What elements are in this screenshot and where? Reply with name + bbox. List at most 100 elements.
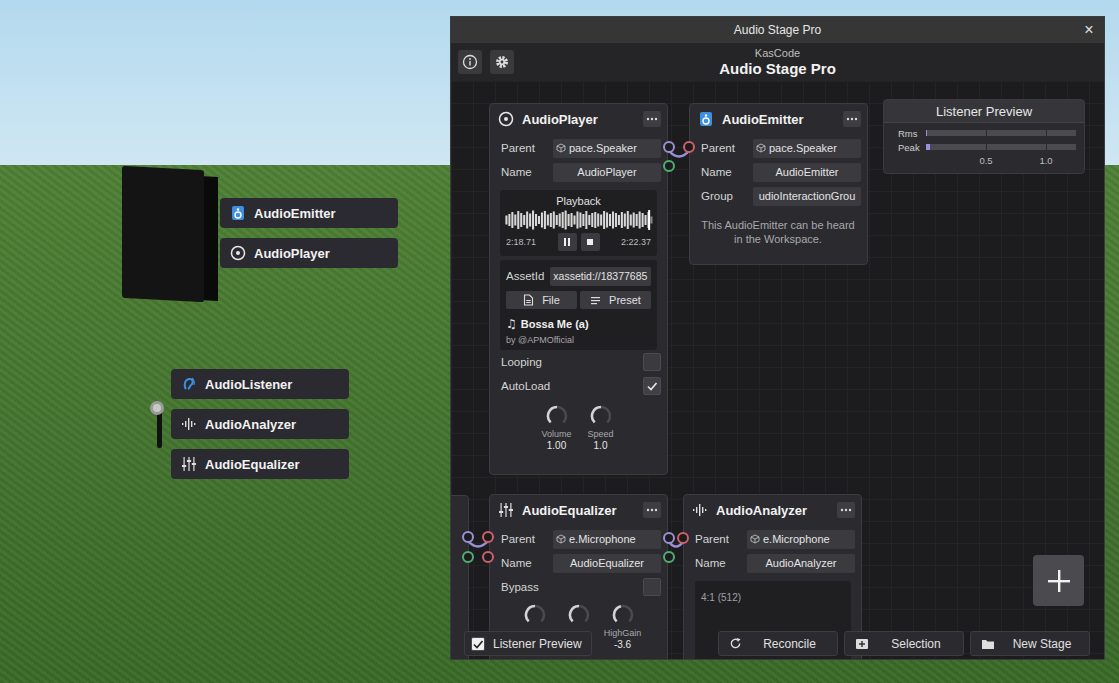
waveform-bar: [650, 217, 652, 224]
playback-position: 2:18.71: [506, 237, 536, 247]
waveform-bar: [626, 211, 628, 229]
knob-value: -3.6: [614, 639, 631, 650]
node-header[interactable]: AudioEqualizer: [490, 495, 667, 525]
stage-action-button[interactable]: Reconcile: [718, 631, 838, 656]
knob-dial-icon[interactable]: [523, 603, 547, 627]
knob-dial-icon[interactable]: [567, 603, 591, 627]
info-button[interactable]: [458, 50, 482, 74]
property-value: e.Microphone: [569, 533, 636, 545]
equalizer-analyzer-wire[interactable]: [661, 531, 691, 565]
property-field[interactable]: e.Microphone: [553, 530, 661, 549]
player-emitter-wire[interactable]: [661, 140, 697, 174]
stage-canvas[interactable]: AudioPlayer Parent pace.Speaker Name Audi…: [451, 81, 1104, 659]
property-field[interactable]: AudioEqualizer: [553, 554, 661, 573]
microphone-model-icon[interactable]: [148, 398, 172, 450]
knob[interactable]: Volume 1.00: [535, 404, 579, 451]
stage-action-button[interactable]: Selection: [844, 631, 964, 656]
property-field[interactable]: pace.Speaker: [553, 139, 661, 158]
audio-player-node[interactable]: AudioPlayer Parent pace.SpeakerName Audi…: [489, 103, 668, 475]
checkbox[interactable]: [643, 353, 661, 371]
node-menu-button[interactable]: [843, 111, 861, 127]
knob-dial-icon[interactable]: [611, 603, 635, 627]
waveform-bar: [558, 214, 560, 227]
node-header[interactable]: AudioAnalyzer: [684, 495, 861, 525]
file-icon: [523, 294, 534, 306]
node-menu-button[interactable]: [643, 502, 661, 518]
node-title: AudioAnalyzer: [716, 503, 829, 518]
node-header[interactable]: AudioEmitter: [690, 104, 867, 134]
waveform-chart[interactable]: [505, 210, 653, 230]
property-field[interactable]: AudioAnalyzer: [747, 554, 855, 573]
more-dots-icon: [846, 117, 858, 121]
node-title: AudioPlayer: [522, 112, 635, 127]
waveform-bar: [561, 212, 563, 228]
equalizer-input-wire[interactable]: [460, 530, 496, 564]
settings-button[interactable]: [490, 50, 514, 74]
scene-tag[interactable]: AudioPlayer: [220, 238, 398, 268]
waveform-bar: [635, 214, 637, 226]
scene-tag[interactable]: AudioEmitter: [220, 198, 398, 228]
studio-viewport[interactable]: AudioEmitter AudioPlayer AudioListener A…: [0, 0, 1119, 683]
scene-tag-label: AudioPlayer: [254, 246, 330, 261]
knob[interactable]: HighGain -3.6: [601, 603, 645, 650]
meter-tick-label: 0.5: [979, 155, 992, 166]
property-label: Parent: [701, 142, 735, 154]
property-field[interactable]: e.Microphone: [747, 530, 855, 549]
asset-id-field[interactable]: xassetid://18377685: [550, 267, 651, 286]
waveform-bar: [611, 212, 613, 229]
more-dots-icon: [646, 508, 658, 512]
property-row: Name AudioEqualizer: [501, 551, 661, 575]
knob[interactable]: Speed 1.0: [579, 404, 623, 451]
track-info: ♫ Bossa Me (a): [506, 317, 651, 331]
scene-tag[interactable]: AudioAnalyzer: [171, 409, 349, 439]
property-row: Parent e.Microphone: [501, 527, 661, 551]
node-menu-button[interactable]: [837, 502, 855, 518]
stop-icon: [585, 237, 595, 247]
waveform-bar: [511, 212, 513, 228]
asset-button[interactable]: File: [506, 291, 577, 309]
knob-dial-icon[interactable]: [589, 404, 613, 428]
waveform-bar: [623, 214, 625, 227]
waveform-bar: [638, 212, 640, 229]
stop-button[interactable]: [581, 233, 600, 251]
play-pause-button[interactable]: [558, 233, 577, 251]
property-label: Group: [701, 190, 733, 202]
playhead[interactable]: [648, 210, 650, 230]
waveform-bar: [606, 213, 608, 228]
scene-tag-label: AudioAnalyzer: [205, 417, 296, 432]
checkbox[interactable]: [471, 637, 485, 651]
track-artist: by @APMOfficial: [506, 335, 651, 345]
node-menu-button[interactable]: [643, 111, 661, 127]
waveform-bar: [564, 211, 566, 230]
close-button[interactable]: ×: [1074, 21, 1104, 39]
listener-preview-toggle[interactable]: Listener Preview: [464, 631, 592, 656]
audio-emitter-node[interactable]: AudioEmitter Parent pace.SpeakerName Aud…: [689, 103, 868, 265]
waveform-bar: [505, 216, 507, 225]
scene-tag[interactable]: AudioListener: [171, 369, 349, 399]
speaker-model[interactable]: [122, 166, 204, 302]
meter-label: Peak: [898, 142, 920, 153]
property-field[interactable]: AudioEmitter: [753, 163, 861, 182]
add-node-button[interactable]: [1033, 555, 1084, 606]
node-header[interactable]: AudioPlayer: [490, 104, 667, 134]
transport-buttons: [558, 233, 600, 251]
stage-action-button[interactable]: New Stage: [970, 631, 1090, 656]
waveform-bar: [552, 212, 554, 229]
knob-dial-icon[interactable]: [545, 404, 569, 428]
property-field[interactable]: AudioPlayer: [553, 163, 661, 182]
asset-button[interactable]: Preset: [580, 291, 651, 309]
track-icon: ♫: [506, 317, 517, 331]
checkbox[interactable]: [643, 578, 661, 596]
author-label: KasCode: [755, 47, 800, 60]
property-field[interactable]: pace.Speaker: [753, 139, 861, 158]
microphone-tag-stack: AudioListener AudioAnalyzer AudioEqualiz…: [171, 369, 349, 479]
scene-tag[interactable]: AudioEqualizer: [171, 449, 349, 479]
toggle-row: Bypass: [501, 575, 661, 599]
property-field[interactable]: udioInteractionGrou: [753, 187, 861, 206]
waveform-bar: [529, 214, 531, 227]
title-bar[interactable]: Audio Stage Pro ×: [451, 17, 1104, 43]
checkbox[interactable]: [643, 377, 661, 395]
node-title: AudioEmitter: [722, 112, 835, 127]
stage-actions: Reconcile Selection New Stage: [718, 631, 1090, 656]
plugin-window[interactable]: Audio Stage Pro × KasCode Audio Stage Pr…: [450, 16, 1105, 660]
